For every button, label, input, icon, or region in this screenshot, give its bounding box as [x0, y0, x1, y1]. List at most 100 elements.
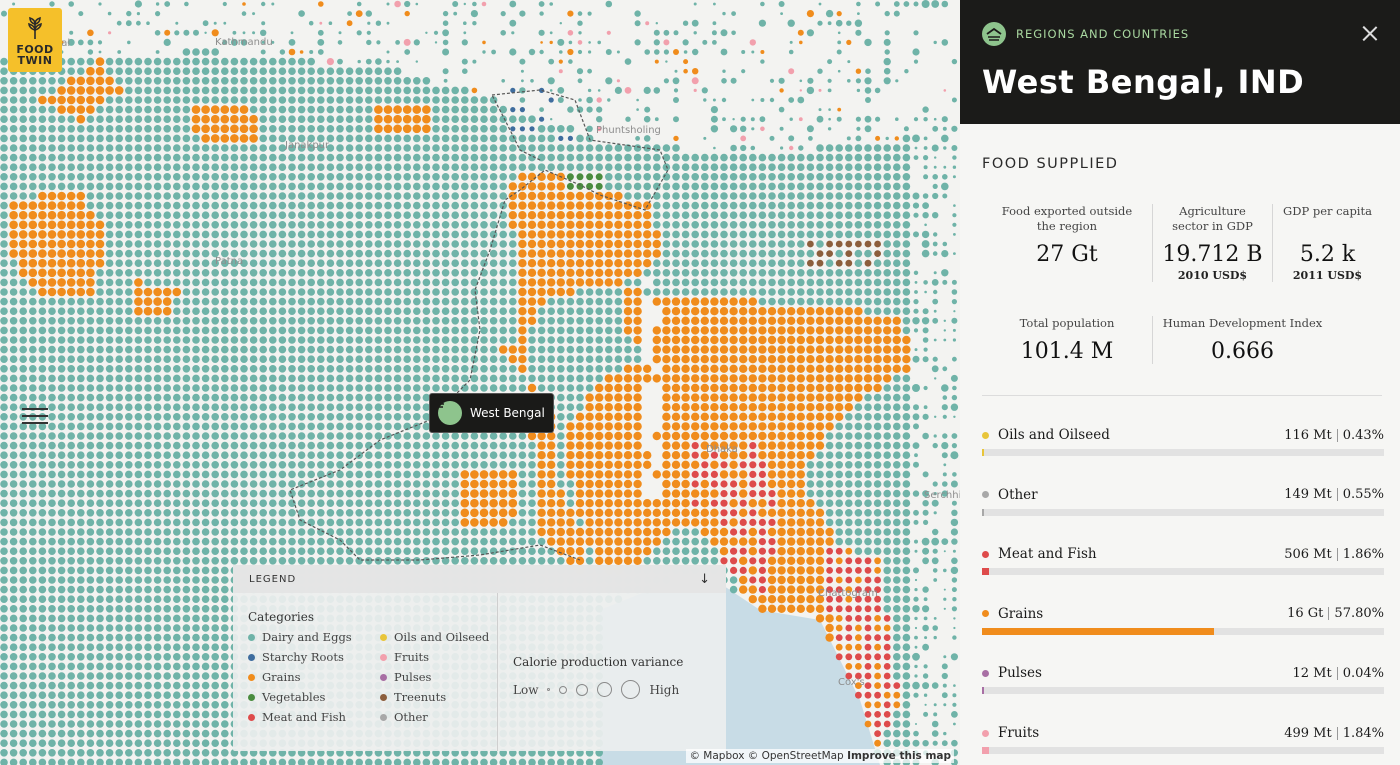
map-dot: [943, 338, 947, 342]
map-dot: [691, 345, 700, 354]
map-dot: [461, 441, 469, 450]
map-dot: [521, 79, 524, 83]
map-dot: [336, 173, 344, 181]
map-dot: [221, 393, 229, 402]
map-dot: [374, 470, 383, 479]
map-dot: [57, 451, 66, 460]
map-dot: [105, 153, 114, 162]
map-dot: [336, 365, 344, 373]
map-canvas[interactable]: ButwalKathmanduPhuntsholingJanakpurPatna…: [0, 0, 960, 765]
map-dot: [336, 211, 344, 219]
map-dot: [864, 307, 872, 316]
map-dot: [307, 518, 316, 527]
map-dot: [729, 335, 738, 345]
map-dot: [932, 192, 939, 200]
map-dot: [374, 173, 383, 181]
map-dot: [951, 443, 958, 449]
map-dot: [134, 259, 143, 268]
map-dot: [95, 66, 105, 76]
map-dot: [441, 509, 450, 517]
map-dot: [328, 21, 333, 26]
map-dot: [585, 211, 594, 220]
map-dot: [127, 40, 131, 45]
map-dot: [671, 383, 681, 393]
map-dot: [509, 115, 517, 123]
map-dot: [357, 59, 361, 64]
map-dot: [537, 355, 546, 364]
map-dot: [403, 86, 412, 95]
map-dot: [828, 108, 831, 111]
map-dot: [144, 480, 152, 488]
map-dot: [279, 49, 286, 55]
map-dot: [442, 39, 449, 46]
map-dot: [441, 269, 450, 277]
map-dot: [470, 479, 479, 489]
map-dot: [336, 499, 344, 508]
map-dot: [652, 374, 661, 383]
map-dot: [816, 115, 824, 123]
map-dot: [96, 441, 104, 450]
map-dot: [710, 374, 719, 383]
map-dot: [403, 403, 412, 412]
map-dot: [451, 192, 460, 200]
map-dot: [57, 499, 66, 508]
map-dot: [825, 221, 834, 229]
map-dot: [0, 537, 8, 546]
map-dot: [623, 451, 633, 460]
map-dot: [77, 384, 85, 392]
map-dot: [182, 201, 191, 210]
map-dot: [384, 269, 392, 277]
map-dot: [77, 297, 85, 306]
map-dot: [835, 528, 843, 536]
map-dot: [653, 87, 661, 94]
map-dot: [213, 21, 217, 25]
map-dot: [413, 528, 421, 536]
map-dot: [710, 326, 719, 335]
map-dot: [230, 336, 239, 344]
map-dot: [67, 470, 75, 479]
map-dot: [480, 173, 488, 181]
map-dot: [221, 518, 229, 527]
map-dot: [125, 201, 133, 210]
map-dot: [681, 422, 690, 431]
map-dot: [595, 317, 603, 325]
map-dot: [47, 249, 57, 258]
map-dot: [249, 451, 258, 460]
map-dot: [808, 136, 813, 141]
map-dot: [710, 335, 719, 345]
map-dot: [528, 163, 536, 171]
map-dot: [902, 134, 911, 143]
map-dot: [38, 134, 47, 143]
map-dot: [739, 364, 748, 373]
map-dot: [863, 326, 873, 335]
map-dot: [825, 230, 834, 239]
map-dot: [38, 115, 47, 123]
map-dot: [633, 192, 642, 200]
map-dot: [393, 249, 402, 258]
map-dot: [489, 528, 498, 536]
map-dot: [566, 201, 575, 210]
map-dot: [163, 518, 171, 527]
map-dot: [729, 403, 738, 412]
map-dot: [681, 470, 690, 479]
map-dot: [749, 201, 757, 210]
map-dot: [9, 163, 18, 171]
map-dot: [96, 278, 104, 287]
map-dot: [249, 317, 258, 325]
map-dot: [374, 345, 383, 354]
map-dot: [278, 221, 287, 229]
map-dot: [76, 230, 86, 239]
map-dot: [854, 144, 863, 152]
map-dot: [633, 364, 642, 373]
map-dot: [729, 316, 738, 325]
map-dot: [355, 201, 364, 210]
map-dot: [173, 57, 181, 66]
map-dot: [480, 105, 488, 114]
map-dot: [367, 21, 371, 25]
map-dot: [288, 259, 296, 268]
map-dot: [557, 365, 565, 373]
map-dot: [269, 307, 277, 316]
map-dot: [173, 182, 181, 191]
map-dot: [345, 518, 354, 527]
map-dot: [86, 509, 95, 517]
